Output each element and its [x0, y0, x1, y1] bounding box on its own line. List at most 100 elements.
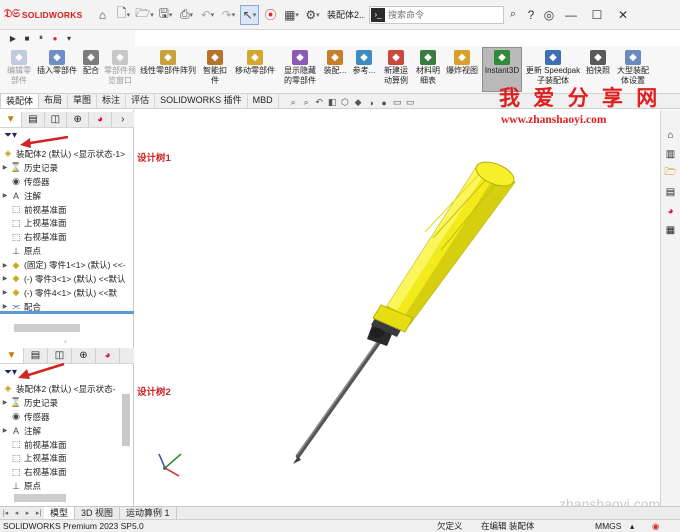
ribbon-item-12[interactable]: ◆ 爆炸视图 — [444, 50, 480, 76]
annotation-icon: A — [12, 425, 19, 436]
command-search-box[interactable]: ›_ — [369, 5, 504, 24]
ribbon-item-icon: ◆ — [356, 50, 372, 65]
save-icon[interactable]: 🖫 — [156, 5, 175, 25]
record-icon[interactable]: ● — [48, 34, 62, 43]
view-palette-icon[interactable]: ▤ — [664, 185, 678, 199]
command-tab-6[interactable]: MBD — [248, 93, 279, 108]
ribbon-item-icon: ◆ — [207, 50, 223, 65]
zoom-area-icon[interactable]: ⌕ — [300, 97, 313, 108]
options-gear-icon[interactable]: ⚙ — [303, 5, 322, 25]
previous-view-icon[interactable]: ↶ — [313, 97, 326, 108]
ribbon-item-5[interactable]: ◆ 智能扣 件 — [200, 50, 230, 86]
graphics-viewport[interactable]: 我 爱 分 享 网 www.zhanshaoyi.com 设计树1 设计树2 z… — [18, 85, 660, 512]
ribbon-item-11[interactable]: ◆ 材料明 细表 — [414, 50, 442, 86]
solidworks-logo[interactable]: 𝔇𝔖 SOLIDWORKS — [4, 8, 92, 21]
custom-properties-icon[interactable]: ▦ — [664, 223, 678, 237]
command-tab-0[interactable]: 装配体 — [0, 93, 40, 108]
maximize-button[interactable]: ☐ — [584, 0, 610, 30]
display-style-icon[interactable]: ◆ — [352, 97, 365, 108]
rebuild-icon[interactable]: ▦ — [282, 5, 301, 25]
close-button[interactable]: ✕ — [610, 0, 636, 30]
search-icon[interactable]: ⌕ — [504, 0, 522, 30]
ribbon-item-icon: ◆ — [327, 50, 343, 65]
ribbon-item-1[interactable]: ◆ 插入零部件 — [36, 50, 78, 76]
tree2-horizontal-scrollbar[interactable] — [14, 494, 66, 502]
file-explorer-icon[interactable]: 🗁 — [664, 166, 678, 180]
bottom-tab-1[interactable]: 3D 视图 — [75, 506, 121, 520]
ribbon-item-icon: ◆ — [590, 50, 606, 65]
ribbon-item-6[interactable]: ◆ 移动零部件 — [232, 50, 278, 76]
tree-item[interactable]: ⬚ 上视基准面 — [0, 451, 130, 465]
redo-icon[interactable]: ↷ — [219, 5, 238, 25]
last-tab-icon[interactable]: ▸| — [33, 509, 44, 517]
bottom-tab-0[interactable]: 模型 — [44, 506, 76, 520]
traffic-light-icon[interactable]: ⦿ — [261, 5, 280, 25]
command-tab-1[interactable]: 布局 — [39, 93, 69, 108]
hide-show-icon[interactable]: ◑ — [365, 98, 378, 108]
screwdriver-shaft[interactable] — [293, 339, 382, 464]
user-account-icon[interactable]: ◎ — [540, 0, 558, 30]
edit-appearance-icon[interactable]: ● — [378, 98, 391, 108]
view-settings-icon[interactable]: ▭ — [404, 97, 417, 108]
next-tab-icon[interactable]: ▸ — [22, 509, 33, 517]
ribbon-item-10[interactable]: ◆ 新建运 动算例 — [380, 50, 412, 86]
ribbon-item-icon: ◆ — [454, 50, 470, 65]
undo-icon[interactable]: ↶ — [198, 5, 217, 25]
stop-icon[interactable]: ■ — [20, 34, 34, 43]
ribbon-item-4[interactable]: ◆ 线性零部件阵列 — [138, 50, 198, 76]
section-view-icon[interactable]: ◧ — [326, 97, 339, 108]
tree-item[interactable]: ◉ 传感器 — [0, 410, 130, 424]
play-icon[interactable]: ▶ — [6, 34, 20, 43]
open-folder-icon[interactable]: 🗁 — [135, 5, 154, 25]
ribbon-item-icon: ◆ — [545, 50, 561, 65]
search-input[interactable] — [388, 9, 488, 20]
expand-arrow-icon[interactable]: ▶ — [0, 427, 10, 434]
tree-item[interactable]: ▶ A 注解 — [0, 424, 130, 438]
select-pointer-icon[interactable]: ↖ — [240, 4, 259, 25]
tree-item[interactable]: ⬚ 右视基准面 — [0, 465, 130, 479]
command-tab-3[interactable]: 标注 — [97, 93, 127, 108]
appearances-icon[interactable]: ◕ — [664, 204, 678, 218]
zoom-fit-icon[interactable]: ⌕ — [287, 97, 300, 108]
status-units[interactable]: MMGS — [595, 520, 621, 532]
notification-icon[interactable]: ◉ — [652, 520, 659, 532]
task-pane: ⌂ ▥ 🗁 ▤ ◕ ▦ — [660, 110, 680, 506]
bottom-tab-2[interactable]: 运动算例 1 — [120, 506, 177, 520]
ribbon-item-0[interactable]: ◆ 编辑零 部件 — [4, 50, 34, 86]
tree-item[interactable]: ⊥ 原点 — [0, 479, 130, 493]
ribbon-item-label: 装配... — [323, 66, 347, 75]
command-tab-2[interactable]: 草图 — [68, 93, 98, 108]
home-icon[interactable]: ⌂ — [93, 5, 112, 25]
solidworks-resources-icon[interactable]: ⌂ — [664, 128, 678, 142]
ribbon-item-16[interactable]: ◆ 大型装配 体设置 — [614, 50, 652, 86]
apply-scene-icon[interactable]: ▭ — [391, 97, 404, 108]
ribbon-item-8[interactable]: ◆ 装配... — [322, 50, 348, 76]
first-tab-icon[interactable]: |◂ — [0, 509, 11, 517]
command-tab-4[interactable]: 评估 — [126, 93, 156, 108]
quick-controls-row: ▶ ■ ⏸ ● ▾ — [0, 30, 135, 46]
unit-dropdown-icon[interactable]: ▴ — [630, 520, 634, 532]
ribbon-item-2[interactable]: ◆ 配合 — [80, 50, 102, 76]
prev-tab-icon[interactable]: ◂ — [11, 509, 22, 517]
view-orientation-icon[interactable]: ⬡ — [339, 97, 352, 108]
ribbon-item-14[interactable]: ◆ 更新 Speedpak 子装配体 — [524, 50, 582, 86]
dropdown-arrow-icon[interactable]: ▾ — [62, 34, 76, 43]
ribbon-item-7[interactable]: ◆ 显示隐藏 的零部件 — [280, 50, 320, 86]
screwdriver-handle[interactable] — [372, 157, 517, 333]
ribbon-item-3[interactable]: ◆ 零部件预 览窗口 — [104, 50, 136, 86]
ribbon-item-icon: ◆ — [83, 50, 99, 65]
ribbon-item-9[interactable]: ◆ 参考... — [350, 50, 378, 76]
screwdriver-model[interactable] — [135, 110, 660, 506]
new-document-icon[interactable]: 🗋 — [114, 5, 133, 25]
design-library-icon[interactable]: ▥ — [664, 147, 678, 161]
print-icon[interactable]: ⎙ — [177, 5, 196, 25]
tree-item-label: 传感器 — [24, 411, 50, 422]
minimize-button[interactable]: — — [558, 0, 584, 30]
ribbon-item-label: 插入零部件 — [37, 66, 77, 75]
ribbon-item-15[interactable]: ◆ 拍快照 — [584, 50, 612, 76]
tree-item[interactable]: ⬚ 前视基准面 — [0, 438, 130, 452]
ribbon-item-label: Instant3D — [484, 66, 520, 75]
pause-icon[interactable]: ⏸ — [34, 33, 48, 43]
command-tab-5[interactable]: SOLIDWORKS 插件 — [155, 93, 248, 108]
help-icon[interactable]: ? — [522, 0, 540, 30]
